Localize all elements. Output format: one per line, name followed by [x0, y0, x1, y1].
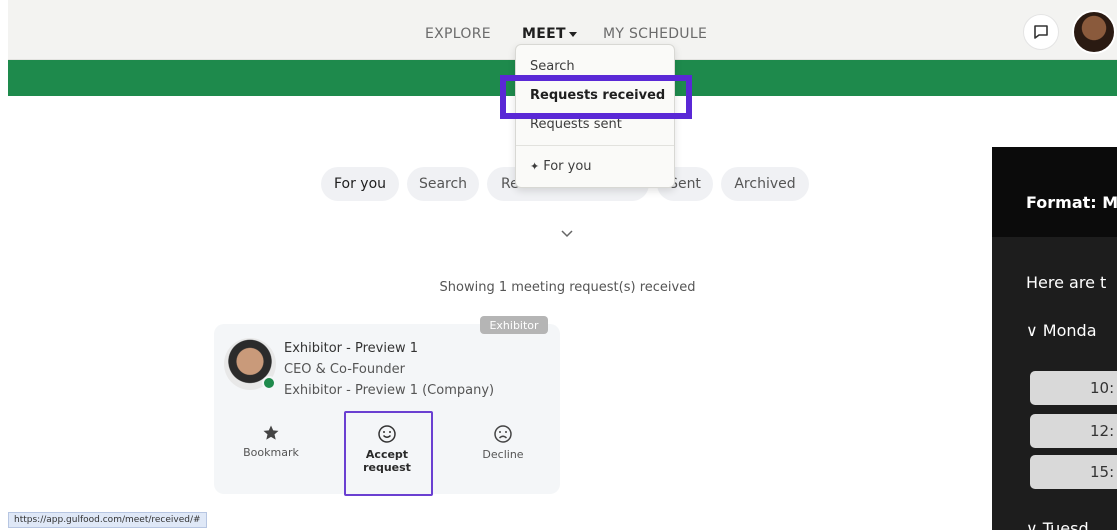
- frown-icon: [494, 425, 512, 443]
- day-tuesday-label: Tuesd: [1042, 519, 1089, 530]
- day-monday-label: Monda: [1042, 321, 1097, 340]
- day-tuesday[interactable]: ∨ Tuesd: [1026, 519, 1089, 530]
- results-summary: Showing 1 meeting request(s) received: [439, 280, 696, 295]
- online-status-dot: [262, 376, 276, 390]
- nav-meet[interactable]: MEET: [522, 26, 577, 42]
- time-slot[interactable]: 15:: [1030, 455, 1117, 489]
- bookmark-label: Bookmark: [243, 446, 299, 459]
- chat-bubble-icon: [1034, 25, 1048, 39]
- star-icon: [263, 425, 279, 440]
- chevron-down-icon[interactable]: [560, 228, 574, 240]
- requester-title: CEO & Co-Founder: [284, 362, 405, 377]
- panel-intro-text: Here are t: [1026, 273, 1107, 292]
- chevron-down-icon: ∨: [1026, 321, 1043, 340]
- menu-item-requests-sent[interactable]: Requests sent: [530, 117, 622, 132]
- availability-panel: Format: M Here are t ∨ Monda 10: 12: 15:…: [992, 147, 1117, 530]
- decline-label: Decline: [482, 448, 524, 461]
- time-slot[interactable]: 12:: [1030, 414, 1117, 448]
- tab-search[interactable]: Search: [407, 167, 479, 201]
- chevron-down-icon: ∨: [1026, 519, 1043, 530]
- menu-item-search[interactable]: Search: [530, 59, 575, 74]
- nav-explore[interactable]: EXPLORE: [425, 26, 491, 42]
- decline-button[interactable]: Decline: [463, 424, 543, 461]
- accept-highlight-box: [344, 411, 433, 496]
- user-avatar[interactable]: [1072, 10, 1116, 54]
- time-slot[interactable]: 10:: [1030, 371, 1117, 405]
- panel-header: [992, 147, 1117, 237]
- panel-format-text: Format: M: [1026, 193, 1117, 212]
- sparkle-icon: ✦: [530, 160, 540, 173]
- nav-my-schedule[interactable]: MY SCHEDULE: [603, 26, 707, 42]
- exhibitor-badge: Exhibitor: [480, 316, 548, 334]
- caret-down-icon: [568, 31, 577, 37]
- requester-company: Exhibitor - Preview 1 (Company): [284, 383, 495, 398]
- tab-for-you[interactable]: For you: [321, 167, 399, 201]
- requests-received-highlight: [500, 75, 692, 119]
- status-bar-url: https://app.gulfood.com/meet/received/#: [8, 512, 207, 528]
- chat-button[interactable]: [1023, 14, 1059, 50]
- requester-name[interactable]: Exhibitor - Preview 1: [284, 341, 418, 356]
- tab-archived[interactable]: Archived: [721, 167, 809, 201]
- nav-meet-label: MEET: [522, 26, 566, 42]
- menu-divider: [516, 145, 674, 146]
- bookmark-button[interactable]: Bookmark: [231, 424, 311, 459]
- menu-item-for-you-label: For you: [543, 159, 592, 174]
- day-monday[interactable]: ∨ Monda: [1026, 321, 1097, 340]
- menu-item-for-you[interactable]: ✦ For you: [530, 159, 592, 174]
